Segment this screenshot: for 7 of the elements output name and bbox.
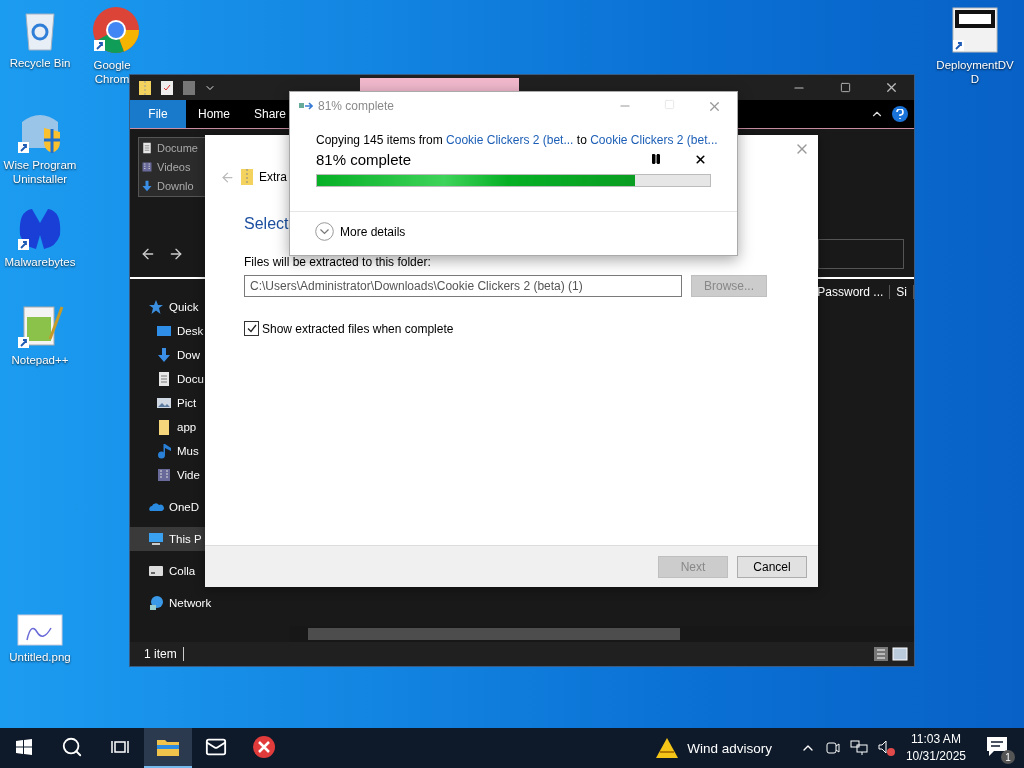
wizard-heading: Select [244, 215, 289, 233]
notification-count: 1 [1001, 750, 1015, 764]
status-text: 1 item [144, 647, 184, 661]
dialog-title: 81% complete [318, 99, 395, 113]
progress-status: 81% complete [316, 151, 412, 168]
wizard-title: Extra [259, 170, 287, 184]
field-label: Files will be extracted to this folder: [244, 255, 432, 269]
